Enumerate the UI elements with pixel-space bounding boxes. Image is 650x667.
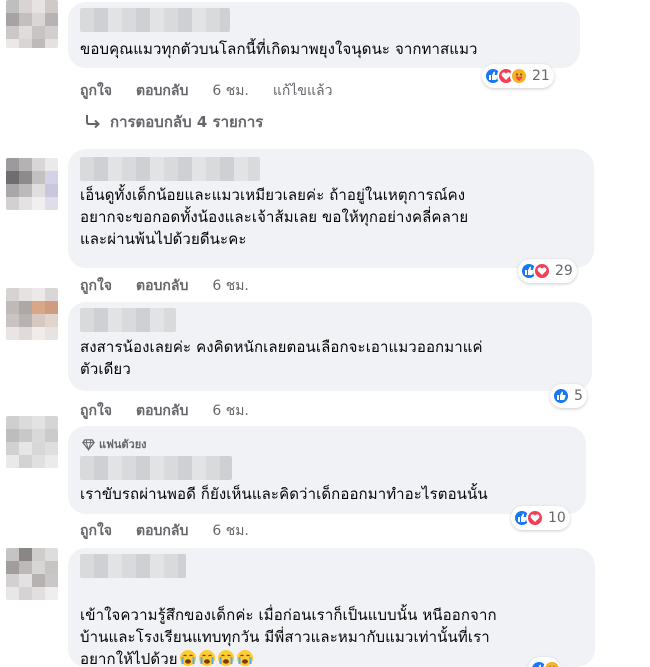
reply-arrow-icon [86,115,100,129]
crying-face-icon [198,650,215,666]
like-icon [552,387,570,405]
comment-bubble: เข้าใจความรู้สึกของเด็กค่ะ เมื่อก่อนเราก… [68,548,595,667]
crying-face-icon [179,650,196,666]
reply-button[interactable]: ตอบกลับ [136,80,188,102]
reaction-summary[interactable] [528,657,561,667]
commenter-name-blurred[interactable] [80,554,186,578]
comment-bubble: ขอบคุณแมวทุกตัวบนโลกนี้ที่เกิดมาพยุงใจนุ… [68,2,580,68]
reaction-count: 21 [532,68,550,84]
comment-text: เข้าใจความรู้สึกของเด็กค่ะ เมื่อก่อนเราก… [80,582,497,667]
reaction-summary[interactable]: 5 [550,384,587,408]
comment-text: สงสารน้องเลยค่ะ คงคิดหนักเลยตอนเลือกจะเอ… [80,338,483,378]
commenter-name-blurred[interactable] [80,8,230,32]
view-replies-label: การตอบกลับ 4 รายการ [110,113,264,131]
reaction-summary[interactable]: 21 [482,64,554,88]
avatar[interactable] [6,0,58,48]
love-icon [526,509,544,527]
view-replies-link[interactable]: การตอบกลับ 4 รายการ [84,110,263,134]
comment-actions: ถูกใจ ตอบกลับ 6 ชม. [80,400,273,422]
reply-button[interactable]: ตอบกลับ [136,400,188,422]
reaction-count: 29 [555,263,573,279]
love-icon [533,262,551,280]
comment-actions: ถูกใจ ตอบกลับ 6 ชม. แก้ไขแล้ว [80,80,356,102]
comment-bubble: แฟนตัวยง เราขับรถผ่านพอดี ก็ยังเห็นและคิ… [68,426,586,514]
reaction-summary[interactable]: 29 [518,259,577,283]
reaction-summary[interactable]: 10 [511,506,570,530]
reply-button[interactable]: ตอบกลับ [136,520,188,542]
avatar[interactable] [6,288,58,340]
reaction-count: 5 [574,388,583,404]
reaction-count: 10 [548,510,566,526]
like-button[interactable]: ถูกใจ [80,80,112,102]
top-fan-badge[interactable]: แฟนตัวยง [82,435,147,453]
diamond-icon [82,438,95,451]
avatar[interactable] [6,158,58,210]
commenter-name-blurred[interactable] [80,456,232,480]
comment-timestamp[interactable]: 6 ชม. [212,520,249,542]
comment-text: เอ็นดูทั้งเด็กน้อยและแมวเหมียวเลยค่ะ ถ้า… [80,186,469,248]
comment-bubble: เอ็นดูทั้งเด็กน้อยและแมวเหมียวเลยค่ะ ถ้า… [68,149,594,268]
like-button[interactable]: ถูกใจ [80,400,112,422]
crying-face-icon [217,650,234,666]
edited-label: แก้ไขแล้ว [272,83,333,99]
commenter-name-blurred[interactable] [80,157,260,181]
top-fan-label: แฟนตัวยง [99,438,147,451]
comment-text: เราขับรถผ่านพอดี ก็ยังเห็นและคิดว่าเด็กอ… [80,485,488,503]
crying-face-icon [236,650,253,666]
comment-timestamp[interactable]: 6 ชม. [212,400,249,422]
comment-actions: ถูกใจ ตอบกลับ 6 ชม. [80,275,273,297]
comment-text: ขอบคุณแมวทุกตัวบนโลกนี้ที่เกิดมาพยุงใจนุ… [80,40,478,58]
comment-timestamp[interactable]: 6 ชม. [212,275,249,297]
reply-button[interactable]: ตอบกลับ [136,275,188,297]
avatar[interactable] [6,416,58,468]
like-button[interactable]: ถูกใจ [80,520,112,542]
avatar[interactable] [6,548,58,600]
commenter-name-blurred[interactable] [80,308,176,332]
like-button[interactable]: ถูกใจ [80,275,112,297]
care-icon [510,67,528,85]
comment-actions: ถูกใจ ตอบกลับ 6 ชม. [80,520,273,542]
emoji-group [178,650,254,667]
comment-timestamp[interactable]: 6 ชม. [212,80,249,102]
comment-text-body: เข้าใจความรู้สึกของเด็กค่ะ เมื่อก่อนเราก… [80,606,497,667]
comments-section: ขอบคุณแมวทุกตัวบนโลกนี้ที่เกิดมาพยุงใจนุ… [0,0,650,667]
comment-bubble: สงสารน้องเลยค่ะ คงคิดหนักเลยตอนเลือกจะเอ… [68,302,592,391]
